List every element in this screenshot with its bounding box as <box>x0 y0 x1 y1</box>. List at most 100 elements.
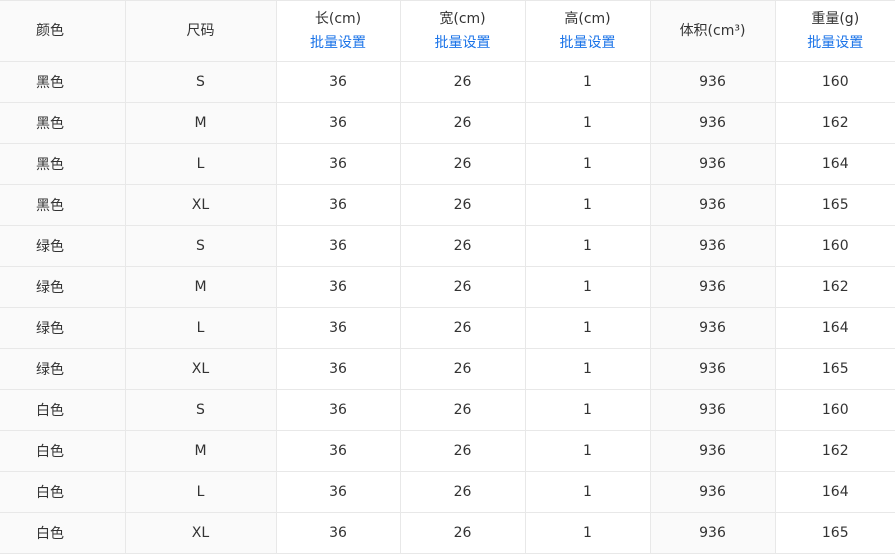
height-cell-value: 1 <box>583 115 592 131</box>
weight-cell-value: 165 <box>821 361 849 377</box>
header-width: 宽(cm) 批量设置 <box>399 0 526 62</box>
length-cell: 36 <box>275 184 401 226</box>
size-cell: M <box>124 430 277 472</box>
size-cell: XL <box>124 348 277 390</box>
width-cell: 26 <box>399 143 526 185</box>
volume-cell-value: 936 <box>699 484 726 500</box>
table-row: 白色 M 36 26 1 936 162 <box>0 430 895 472</box>
width-cell-value: 26 <box>453 525 472 541</box>
color-cell: 绿色 <box>0 225 126 267</box>
width-cell-value: 26 <box>453 320 472 336</box>
width-cell-value: 26 <box>453 361 472 377</box>
height-cell-value: 1 <box>583 279 592 295</box>
volume-cell: 936 <box>649 389 776 431</box>
volume-cell-value: 936 <box>699 402 726 418</box>
weight-cell-value: 160 <box>821 74 849 90</box>
length-cell-value: 36 <box>329 484 347 500</box>
batch-set-length-link[interactable]: 批量设置 <box>277 33 399 53</box>
batch-set-height-link[interactable]: 批量设置 <box>526 33 649 53</box>
color-cell: 白色 <box>0 430 126 472</box>
weight-cell-value: 164 <box>821 320 849 336</box>
length-cell: 36 <box>275 102 401 144</box>
length-cell: 36 <box>275 389 401 431</box>
batch-set-width-link[interactable]: 批量设置 <box>401 33 524 53</box>
header-height-title: 高(cm) <box>564 11 611 27</box>
length-cell-value: 36 <box>329 279 347 295</box>
table-row: 绿色 XL 36 26 1 936 165 <box>0 348 895 390</box>
size-cell: L <box>124 307 277 349</box>
size-cell: S <box>124 389 277 431</box>
length-cell-value: 36 <box>329 238 347 254</box>
length-cell-value: 36 <box>329 115 347 131</box>
length-cell: 36 <box>275 512 401 554</box>
weight-cell: 165 <box>774 348 895 390</box>
color-cell-value: 黑色 <box>36 75 64 91</box>
size-cell: S <box>124 225 277 267</box>
width-cell: 26 <box>399 61 526 103</box>
weight-cell: 165 <box>774 512 895 554</box>
size-cell: M <box>124 102 277 144</box>
volume-cell: 936 <box>649 143 776 185</box>
color-cell-value: 黑色 <box>36 116 64 132</box>
length-cell-value: 36 <box>329 320 347 336</box>
weight-cell-value: 160 <box>821 402 849 418</box>
height-cell: 1 <box>524 266 651 308</box>
table-row: 黑色 L 36 26 1 936 164 <box>0 143 895 185</box>
size-cell-value: S <box>196 402 205 418</box>
width-cell: 26 <box>399 184 526 226</box>
width-cell-value: 26 <box>453 197 472 213</box>
width-cell: 26 <box>399 430 526 472</box>
width-cell-value: 26 <box>453 279 472 295</box>
height-cell: 1 <box>524 143 651 185</box>
header-weight-title: 重量(g) <box>811 11 860 27</box>
color-cell-value: 白色 <box>36 485 64 501</box>
batch-set-weight-link[interactable]: 批量设置 <box>776 33 895 53</box>
color-cell: 白色 <box>0 512 126 554</box>
weight-cell-value: 165 <box>821 197 849 213</box>
volume-cell: 936 <box>649 430 776 472</box>
volume-cell-value: 936 <box>699 279 726 295</box>
color-cell: 白色 <box>0 471 126 513</box>
height-cell-value: 1 <box>583 484 592 500</box>
height-cell-value: 1 <box>583 74 592 90</box>
size-cell-value: L <box>196 484 205 500</box>
header-length-title: 长(cm) <box>314 11 362 27</box>
length-cell: 36 <box>275 225 401 267</box>
size-cell-value: M <box>194 279 207 295</box>
weight-cell-value: 165 <box>821 525 849 541</box>
size-cell-value: XL <box>191 361 210 377</box>
length-cell: 36 <box>275 471 401 513</box>
header-weight: 重量(g) 批量设置 <box>774 0 895 62</box>
width-cell-value: 26 <box>453 484 472 500</box>
header-width-title: 宽(cm) <box>439 11 486 27</box>
weight-cell: 160 <box>774 389 895 431</box>
weight-cell-value: 164 <box>821 484 849 500</box>
table-row: 黑色 S 36 26 1 936 160 <box>0 61 895 103</box>
header-size-title: 尺码 <box>186 23 215 39</box>
height-cell: 1 <box>524 512 651 554</box>
width-cell: 26 <box>399 348 526 390</box>
size-cell-value: S <box>196 238 205 254</box>
size-cell: L <box>124 471 277 513</box>
size-cell: XL <box>124 184 277 226</box>
color-cell: 绿色 <box>0 307 126 349</box>
width-cell: 26 <box>399 266 526 308</box>
weight-cell: 165 <box>774 184 895 226</box>
volume-cell-value: 936 <box>699 197 726 213</box>
height-cell-value: 1 <box>583 238 592 254</box>
color-cell-value: 白色 <box>36 526 64 542</box>
volume-cell-value: 936 <box>699 361 726 377</box>
volume-cell: 936 <box>649 266 776 308</box>
width-cell-value: 26 <box>453 115 472 131</box>
size-cell: L <box>124 143 277 185</box>
volume-cell: 936 <box>649 184 776 226</box>
weight-cell-value: 160 <box>821 238 849 254</box>
volume-cell: 936 <box>649 512 776 554</box>
table-row: 黑色 XL 36 26 1 936 165 <box>0 184 895 226</box>
header-height: 高(cm) 批量设置 <box>524 0 651 62</box>
header-volume: 体积(cm³) <box>649 0 776 62</box>
size-cell-value: XL <box>191 525 210 541</box>
color-cell: 黑色 <box>0 61 126 103</box>
height-cell: 1 <box>524 184 651 226</box>
size-cell-value: M <box>194 443 207 459</box>
